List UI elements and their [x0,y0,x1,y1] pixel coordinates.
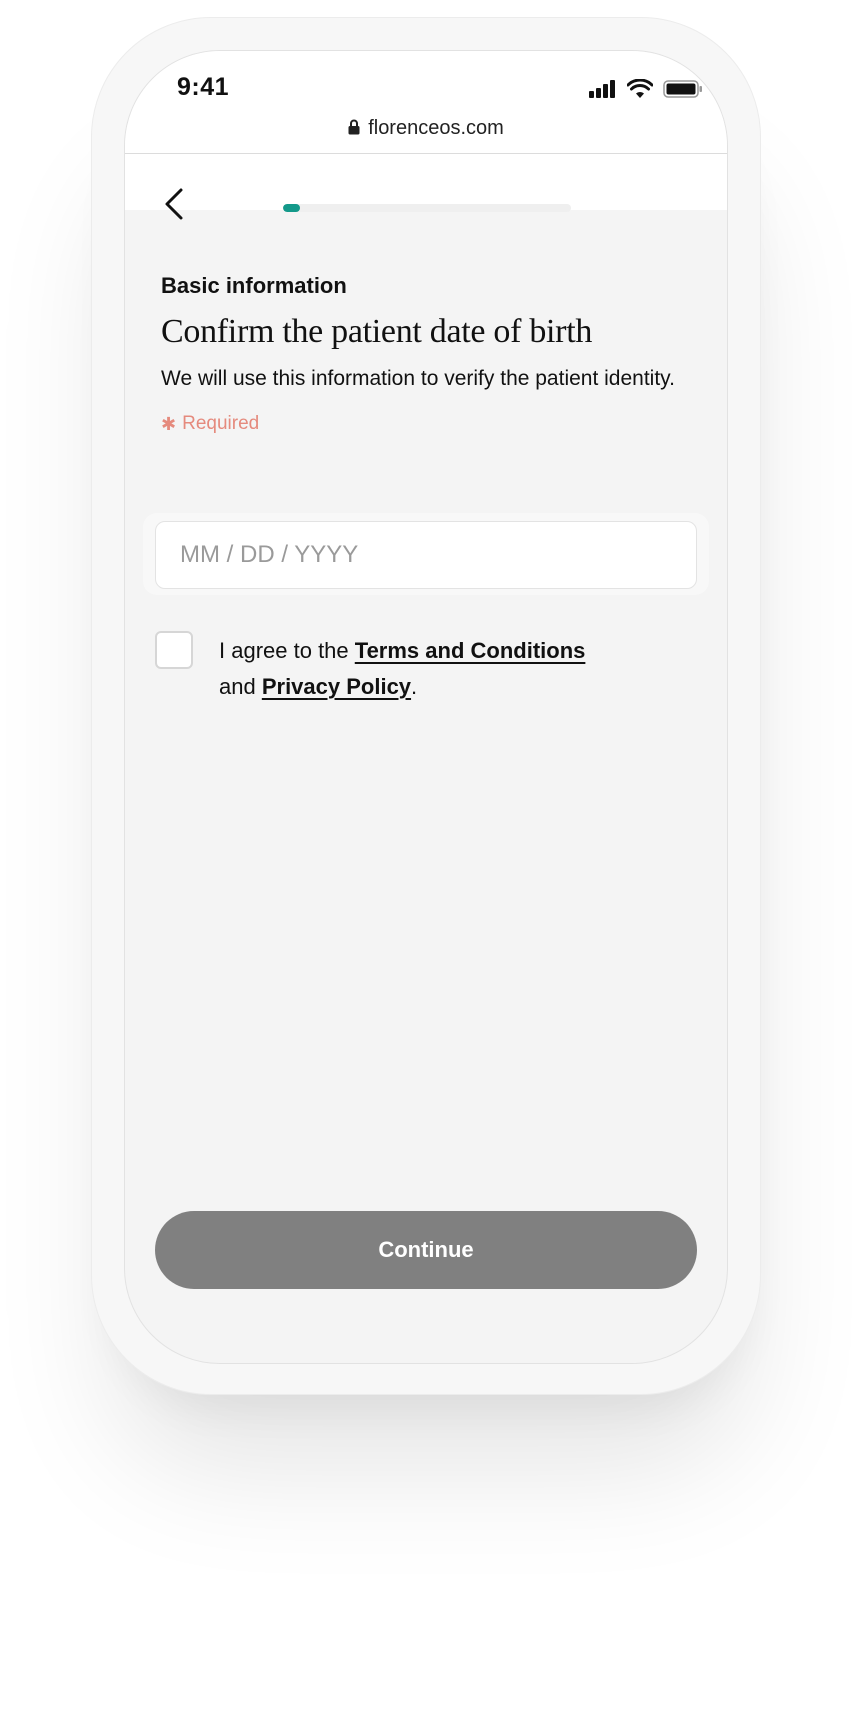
battery-icon [663,80,702,98]
chevron-left-icon [165,188,183,220]
progress-bar [283,204,571,212]
url-text: florenceos.com [368,117,504,139]
phone-screen: 9:41 florenceos.com Basic information Co… [124,50,728,1364]
section-kicker: Basic information [161,273,347,298]
agree-checkbox[interactable] [155,631,193,669]
agreement-suffix: . [411,674,418,699]
agreement-middle: and [219,674,262,699]
date-of-birth-input[interactable] [155,521,697,589]
back-button[interactable] [161,184,191,224]
header [125,153,727,220]
required-note: ✱ Required [161,413,691,435]
continue-button[interactable]: Continue [155,1211,697,1289]
form-content: Basic information Confirm the patient da… [161,273,691,435]
status-time: 9:41 [177,73,230,101]
agreement-prefix: I agree to the [219,638,355,663]
required-label: Required [182,413,260,434]
progress-fill [283,204,301,212]
signal-icon [589,80,615,98]
url-bar[interactable]: florenceos.com [125,117,727,140]
privacy-link[interactable]: Privacy Policy [262,674,411,699]
wifi-icon [627,79,653,98]
asterisk-icon: ✱ [161,413,177,434]
status-icons [589,79,703,99]
page-description: We will use this information to verify t… [161,367,675,390]
agreement-text: I agree to the Terms and Conditions and P… [219,633,585,705]
page-title: Confirm the patient date of birth [161,313,593,350]
terms-link[interactable]: Terms and Conditions [355,638,586,663]
lock-icon [348,119,360,135]
status-bar: 9:41 florenceos.com [125,51,727,153]
